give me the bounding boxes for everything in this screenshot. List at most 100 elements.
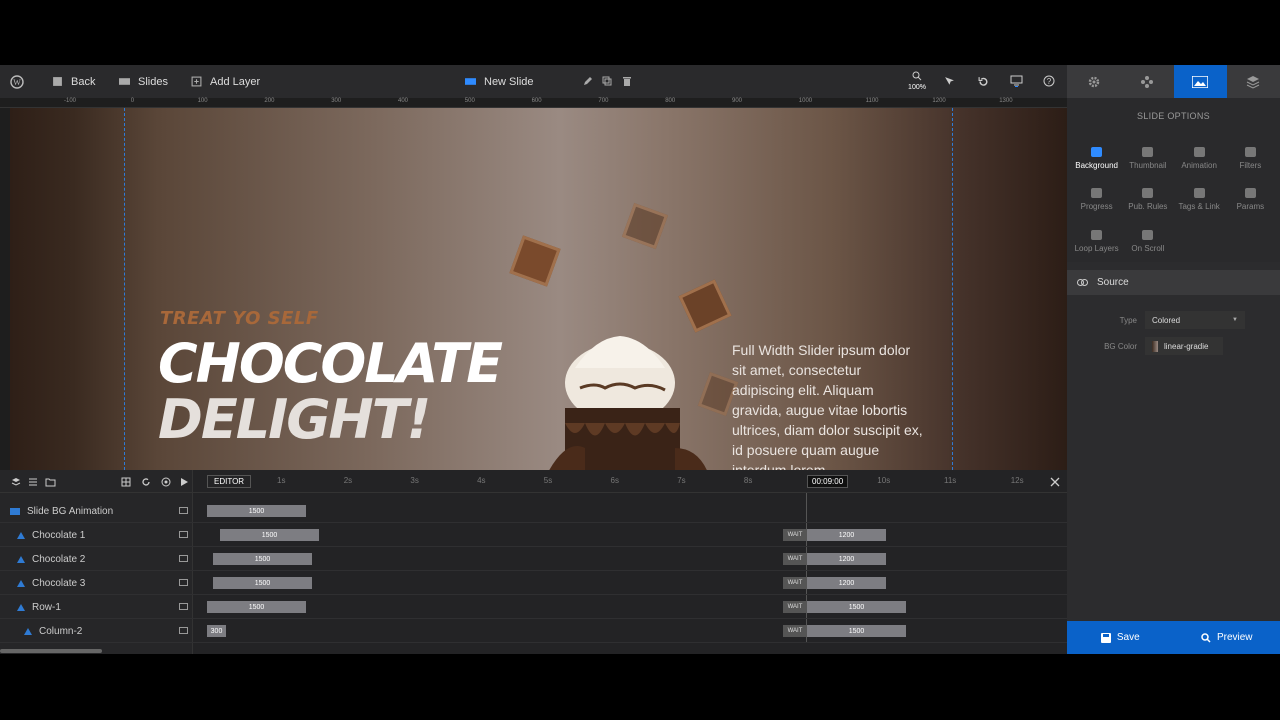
out-animation-bar[interactable]: 1200: [807, 529, 886, 541]
layer-name: Chocolate 3: [32, 577, 86, 589]
delete-icon[interactable]: [622, 76, 632, 86]
right-panel: SLIDE OPTIONS Background Thumbnail Animati…: [1067, 65, 1280, 654]
settings-icon[interactable]: [161, 477, 171, 487]
bgcolor-picker[interactable]: linear-gradie: [1145, 337, 1223, 355]
save-button[interactable]: Save: [1067, 621, 1174, 654]
out-animation-bar[interactable]: 1200: [807, 577, 886, 589]
tab-navigation[interactable]: [1120, 65, 1174, 98]
wait-marker[interactable]: WAIT: [783, 625, 807, 637]
wait-marker[interactable]: WAIT: [783, 601, 807, 613]
slide-options-icon: [1192, 75, 1209, 88]
in-animation-bar[interactable]: 1500: [220, 529, 319, 541]
align-end-icon[interactable]: [179, 603, 188, 610]
layer-name: Slide BG Animation: [27, 505, 114, 517]
wait-marker[interactable]: WAIT: [783, 577, 807, 589]
wordpress-icon: W: [10, 74, 24, 89]
chocolate-2-layer[interactable]: [621, 202, 669, 250]
timeline-row[interactable]: Chocolate 2 1500 WAIT 1200: [0, 547, 1067, 571]
zoom-level: 100%: [908, 84, 926, 91]
align-end-icon[interactable]: [179, 627, 188, 634]
cursor-icon[interactable]: [944, 76, 955, 87]
option-pub-rules[interactable]: Pub. Rules: [1122, 183, 1173, 216]
option-progress[interactable]: Progress: [1071, 183, 1122, 216]
image-icon[interactable]: [179, 507, 188, 514]
ruler-label: 1300: [999, 98, 1013, 104]
grid-icon[interactable]: [121, 477, 131, 487]
tab-slide-options[interactable]: [1173, 65, 1227, 98]
timeline-row[interactable]: Column-2 300 WAIT 1500: [0, 619, 1067, 643]
close-icon[interactable]: [1050, 477, 1060, 487]
option-background[interactable]: Background: [1071, 142, 1122, 175]
help-icon[interactable]: ?: [1043, 75, 1055, 87]
navigation-icon: [1140, 75, 1153, 88]
wordpress-logo-button[interactable]: W: [10, 65, 24, 98]
option-thumbnail[interactable]: Thumbnail: [1122, 142, 1173, 175]
tab-layers[interactable]: [1226, 65, 1280, 98]
add-layer-button[interactable]: Add Layer: [191, 65, 260, 98]
editor-badge[interactable]: EDITOR: [207, 475, 252, 488]
tab-settings[interactable]: [1067, 65, 1121, 98]
option-loop-layers[interactable]: Loop Layers: [1071, 225, 1122, 258]
chocolate-1-layer[interactable]: [509, 235, 561, 287]
in-animation-bar[interactable]: 1500: [213, 553, 312, 565]
heading-line-1: CHOCOLATE: [158, 332, 503, 395]
horizontal-scrollbar[interactable]: [0, 649, 102, 653]
align-end-icon[interactable]: [179, 555, 188, 562]
edit-icon[interactable]: [583, 76, 593, 86]
save-label: Save: [1116, 632, 1140, 643]
desktop-view-icon[interactable]: [1010, 75, 1023, 87]
option-animation[interactable]: Animation: [1174, 142, 1225, 175]
layer-icon: [17, 531, 25, 539]
timeline-tick: 3s: [410, 476, 419, 485]
option-params[interactable]: Params: [1225, 183, 1276, 216]
timeline-row-label: Slide BG Animation: [10, 499, 113, 523]
in-animation-bar[interactable]: 1500: [213, 577, 312, 589]
duplicate-icon[interactable]: [602, 76, 612, 86]
wait-marker[interactable]: WAIT: [783, 553, 807, 565]
layers-toggle-icon[interactable]: [11, 477, 21, 487]
out-animation-bar[interactable]: 1500: [807, 625, 906, 637]
source-section-header[interactable]: Source: [1067, 270, 1280, 295]
type-select[interactable]: Colored ▼: [1145, 311, 1245, 329]
in-animation-bar[interactable]: 1500: [207, 601, 306, 613]
slide-name[interactable]: New Slide: [465, 65, 534, 98]
refresh-icon[interactable]: [141, 477, 151, 487]
timeline-row[interactable]: Slide BG Animation 1500: [0, 499, 1067, 523]
timeline-row[interactable]: Chocolate 1 1500 WAIT 1200: [0, 523, 1067, 547]
in-animation-bar[interactable]: 300: [207, 625, 226, 637]
playhead-time[interactable]: 00:09:00: [807, 475, 849, 488]
option-tags-link[interactable]: Tags & Link: [1174, 183, 1225, 216]
out-animation-bar[interactable]: 1500: [807, 601, 906, 613]
in-animation-bar[interactable]: 1500: [207, 505, 306, 517]
wait-marker[interactable]: WAIT: [783, 529, 807, 541]
undo-icon[interactable]: [978, 76, 989, 87]
ruler-label: 1000: [798, 98, 813, 104]
list-icon[interactable]: [28, 477, 38, 487]
layer-name: Column-2: [39, 625, 83, 637]
ruler-label: 500: [464, 98, 475, 104]
timeline-tick: 12s: [1010, 476, 1024, 485]
slide-paragraph[interactable]: Full Width Slider ipsum dolor sit amet, …: [732, 340, 927, 470]
slide-canvas[interactable]: TREAT YO SELF CHOCOLATE DELIGHT! Full Wi…: [10, 108, 1067, 470]
timeline-panel: EDITOR 1s2s3s4s5s6s7s8s9s10s11s12s 00:09…: [0, 470, 1067, 654]
play-icon[interactable]: [180, 477, 189, 487]
preview-label: Preview: [1216, 632, 1253, 643]
option-label: Animation: [1181, 161, 1217, 170]
chocolate-3-layer[interactable]: [678, 279, 732, 333]
slide-heading[interactable]: CHOCOLATE DELIGHT!: [158, 332, 503, 448]
timeline-row[interactable]: Row-1 1500 WAIT 1500: [0, 595, 1067, 619]
zoom-control[interactable]: 100%: [906, 71, 928, 91]
out-animation-bar[interactable]: 1200: [807, 553, 886, 565]
timeline-row-label: Chocolate 1: [17, 523, 85, 547]
slides-button[interactable]: Slides: [119, 65, 168, 98]
align-end-icon[interactable]: [179, 531, 188, 538]
preview-button[interactable]: Preview: [1174, 621, 1280, 654]
option-filters[interactable]: Filters: [1225, 142, 1276, 175]
folder-icon[interactable]: [45, 477, 56, 487]
option-label: Params: [1236, 202, 1265, 212]
align-end-icon[interactable]: [179, 579, 188, 586]
back-button[interactable]: Back: [52, 65, 95, 98]
slide-subtitle[interactable]: TREAT YO SELF: [160, 308, 319, 329]
option-on-scroll[interactable]: On Scroll: [1122, 225, 1173, 258]
timeline-row[interactable]: Chocolate 3 1500 WAIT 1200: [0, 571, 1067, 595]
